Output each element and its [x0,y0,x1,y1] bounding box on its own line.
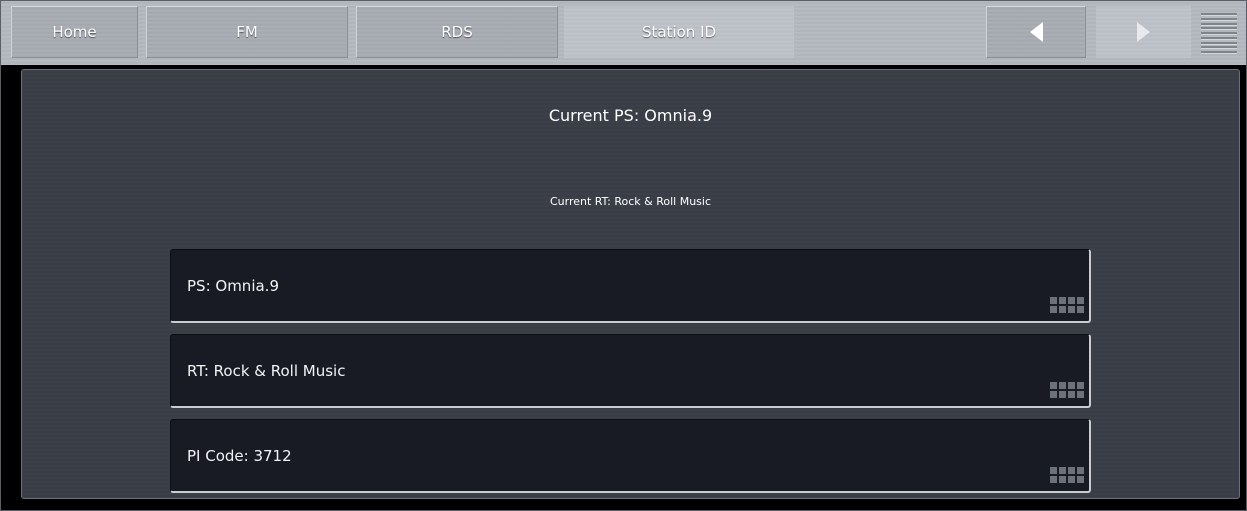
pi-code-field-label: PI Code: 3712 [187,447,292,465]
keypad-icon [1050,382,1084,399]
forward-button[interactable] [1096,6,1191,58]
app-window: Home FM RDS Station ID Current PS: Omnia… [0,0,1247,511]
home-button[interactable]: Home [11,6,138,58]
keypad-icon [1050,467,1084,484]
ps-field-label: PS: Omnia.9 [187,277,279,295]
rt-field[interactable]: RT: Rock & Roll Music [170,334,1091,408]
rt-field-label: RT: Rock & Roll Music [187,362,346,380]
fm-button[interactable]: FM [146,6,348,58]
pi-code-field[interactable]: PI Code: 3712 [170,419,1091,493]
station-id-tab[interactable]: Station ID [564,6,794,58]
back-button[interactable] [986,6,1086,58]
chevron-left-icon [1029,22,1043,42]
station-id-panel: Current PS: Omnia.9 Current RT: Rock & R… [21,69,1240,499]
rds-button[interactable]: RDS [356,6,558,58]
ps-field[interactable]: PS: Omnia.9 [170,249,1091,323]
chevron-right-icon [1137,22,1150,42]
current-ps-status: Current PS: Omnia.9 [548,106,713,125]
hamburger-menu-icon[interactable] [1201,13,1237,53]
keypad-icon [1050,297,1084,314]
current-rt-status: Current RT: Rock & Roll Music [549,195,712,208]
top-navigation-bar: Home FM RDS Station ID [1,1,1246,65]
